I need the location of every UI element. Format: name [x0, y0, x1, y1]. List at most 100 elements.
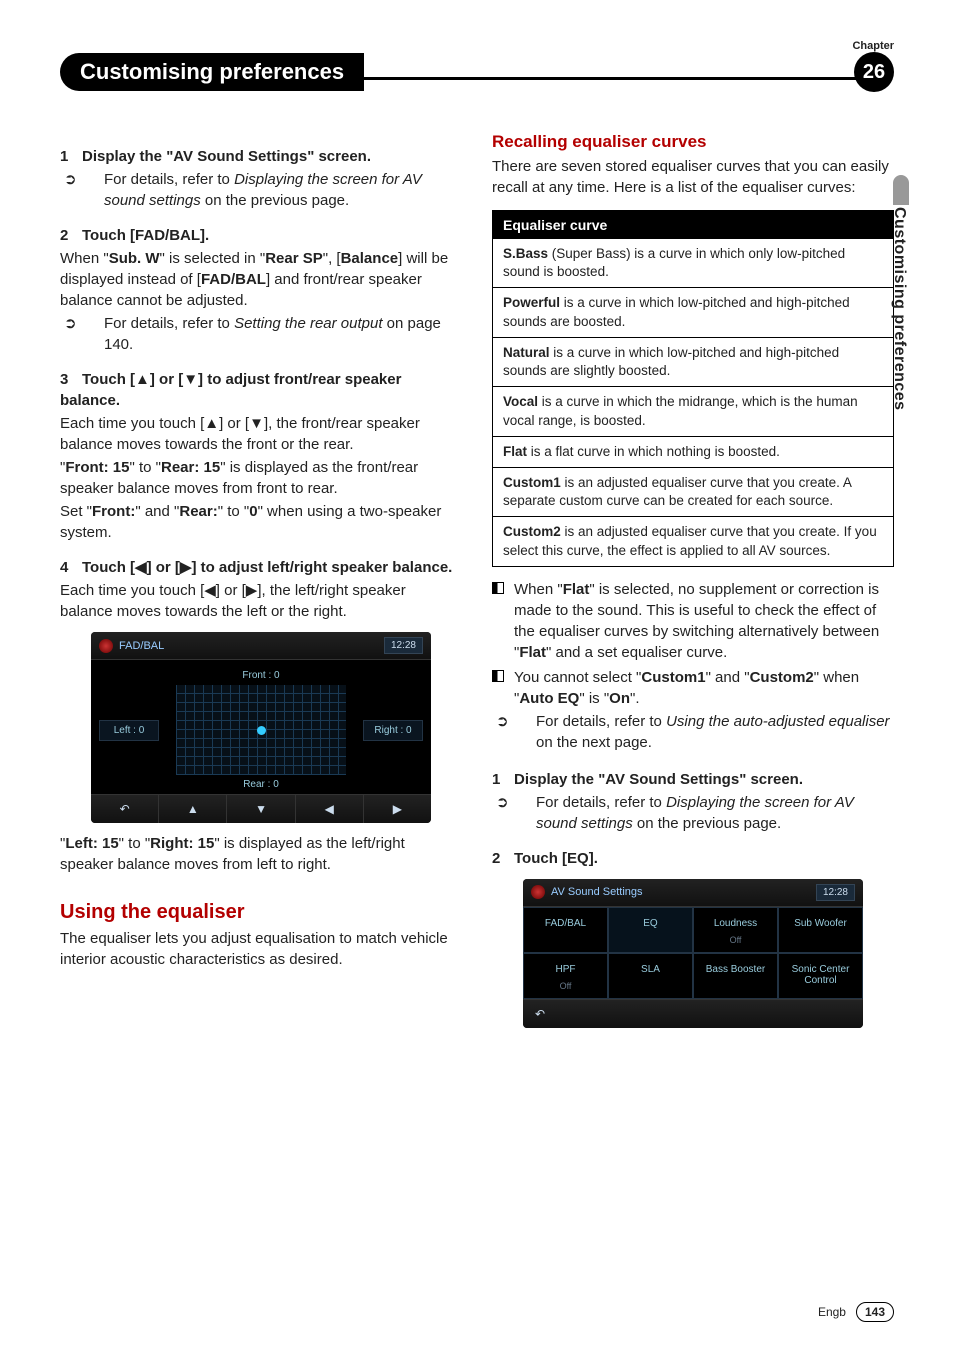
av-back-button[interactable]: ↶ [523, 999, 863, 1028]
r-step2-title: Touch [EQ]. [514, 850, 598, 867]
t: (Super Bass) is a curve in which only lo… [503, 246, 845, 279]
fadbal-front: Front : 0 [99, 670, 423, 681]
t: on the next page. [536, 734, 652, 751]
av-cell-loudness[interactable]: Loudness Off [693, 907, 778, 953]
using-equaliser-heading: Using the equaliser [60, 901, 462, 924]
t: Sub. W [109, 250, 160, 267]
t: is a curve in which low-pitched and high… [503, 345, 839, 378]
step3-title: Touch [▲] or [▼] to adjust front/rear sp… [60, 371, 401, 409]
av-cell-eq[interactable]: EQ [608, 907, 693, 953]
t: Custom1 [503, 475, 561, 490]
right-column: Recalling equaliser curves There are sev… [492, 132, 894, 1038]
t: " and " [135, 503, 179, 520]
r-step2-num: 2 [492, 848, 514, 869]
t: Vocal [503, 394, 538, 409]
t: Flat [519, 644, 546, 661]
av-cell-sonic-center[interactable]: Sonic Center Control [778, 953, 863, 999]
eq-row-flat: Flat is a flat curve in which nothing is… [493, 437, 893, 468]
step4-title: Touch [◀] or [▶] to adjust left/right sp… [82, 559, 452, 576]
fadbal-rear: Rear : 0 [99, 779, 423, 790]
note-bullet-icon [492, 579, 506, 663]
step2-head: 2Touch [FAD/BAL]. [60, 225, 462, 246]
step2-title: Touch [FAD/BAL]. [82, 227, 209, 244]
av-cell-hpf[interactable]: HPF Off [523, 953, 608, 999]
page-title-row: Customising preferences 26 [60, 52, 894, 92]
av-settings-screenshot: AV Sound Settings 12:28 FAD/BAL EQ Loudn… [523, 879, 863, 1028]
t: Front: [92, 503, 135, 520]
left-column: 1Display the "AV Sound Settings" screen.… [60, 132, 462, 1038]
step1-title: Display the "AV Sound Settings" screen. [82, 148, 371, 165]
fadbal-cursor-icon [257, 726, 266, 735]
t: Balance [341, 250, 399, 267]
t: Off [698, 935, 773, 945]
t: 0 [249, 503, 257, 520]
t: Custom2 [503, 524, 561, 539]
fadbal-left: Left : 0 [99, 720, 159, 741]
fadbal-title: FAD/BAL [119, 640, 164, 652]
t: For details, refer to [536, 794, 666, 811]
using-equaliser-para: The equaliser lets you adjust equalisati… [60, 928, 462, 970]
eq-row-natural: Natural is a curve in which low-pitched … [493, 338, 893, 387]
page-title: Customising preferences [60, 53, 364, 91]
t: " and " [706, 669, 750, 686]
t: ". [630, 690, 640, 707]
t: Sub Woofer [783, 918, 858, 929]
fadbal-right-button[interactable]: ▶ [364, 795, 431, 823]
step4-num: 4 [60, 557, 82, 578]
note-flat: When "Flat" is selected, no supplement o… [492, 579, 894, 663]
t: Bass Booster [698, 964, 773, 975]
step2-ref: ➲For details, refer to Setting the rear … [60, 313, 462, 355]
t: Left: 15 [65, 835, 118, 852]
t: " to " [119, 835, 151, 852]
step4-head: 4Touch [◀] or [▶] to adjust left/right s… [60, 557, 462, 578]
av-clock: 12:28 [816, 884, 855, 901]
av-cell-sla[interactable]: SLA [608, 953, 693, 999]
step1-head: 1Display the "AV Sound Settings" screen. [60, 146, 462, 167]
after-shot-para: "Left: 15" to "Right: 15" is displayed a… [60, 833, 462, 875]
t: When " [514, 581, 563, 598]
step1-num: 1 [60, 146, 82, 167]
t: ", [ [323, 250, 341, 267]
r-step1-num: 1 [492, 769, 514, 790]
recalling-intro: There are seven stored equaliser curves … [492, 156, 894, 198]
step1-ref-suffix: on the previous page. [201, 192, 349, 209]
t: Flat [563, 581, 590, 598]
gear-icon [99, 639, 113, 653]
t: Using the auto-adjusted equaliser [666, 713, 889, 730]
chapter-number-badge: 26 [854, 52, 894, 92]
side-tab-text: Customising preferences [890, 207, 908, 411]
t: Loudness [698, 918, 773, 929]
fadbal-down-button[interactable]: ▼ [227, 795, 295, 823]
recalling-heading: Recalling equaliser curves [492, 132, 894, 152]
fadbal-back-button[interactable]: ↶ [91, 795, 159, 823]
step2-ref-prefix: For details, refer to [104, 315, 234, 332]
eq-row-powerful: Powerful is a curve in which low-pitched… [493, 288, 893, 337]
note-custom-ref: ➲For details, refer to Using the auto-ad… [514, 711, 894, 753]
step2-num: 2 [60, 225, 82, 246]
t: Right: 15 [150, 835, 214, 852]
page-footer: Engb 143 [818, 1302, 894, 1322]
t: For details, refer to [536, 713, 666, 730]
t: EQ [613, 918, 688, 929]
t: Rear: [179, 503, 217, 520]
t: Off [528, 981, 603, 991]
note-custom: You cannot select "Custom1" and "Custom2… [492, 667, 894, 755]
side-tab: Customising preferences [890, 175, 912, 411]
side-tab-handle [893, 175, 909, 205]
step2-ref-ital: Setting the rear output [234, 315, 382, 332]
page-number: 143 [856, 1302, 894, 1322]
av-cell-fadbal[interactable]: FAD/BAL [523, 907, 608, 953]
t: " is " [579, 690, 609, 707]
eq-row-sbass: S.Bass (Super Bass) is a curve in which … [493, 239, 893, 288]
fadbal-up-button[interactable]: ▲ [159, 795, 227, 823]
chapter-label: Chapter [60, 40, 894, 52]
t: " to " [130, 459, 162, 476]
t: On [609, 690, 630, 707]
av-cell-subwoofer[interactable]: Sub Woofer [778, 907, 863, 953]
fadbal-left-button[interactable]: ◀ [296, 795, 364, 823]
av-cell-bass-booster[interactable]: Bass Booster [693, 953, 778, 999]
t: " and a set equaliser curve. [546, 644, 727, 661]
step3-num: 3 [60, 369, 82, 390]
fadbal-screenshot: FAD/BAL 12:28 Front : 0 Left : 0 Right :… [91, 632, 431, 823]
t: HPF [528, 964, 603, 975]
